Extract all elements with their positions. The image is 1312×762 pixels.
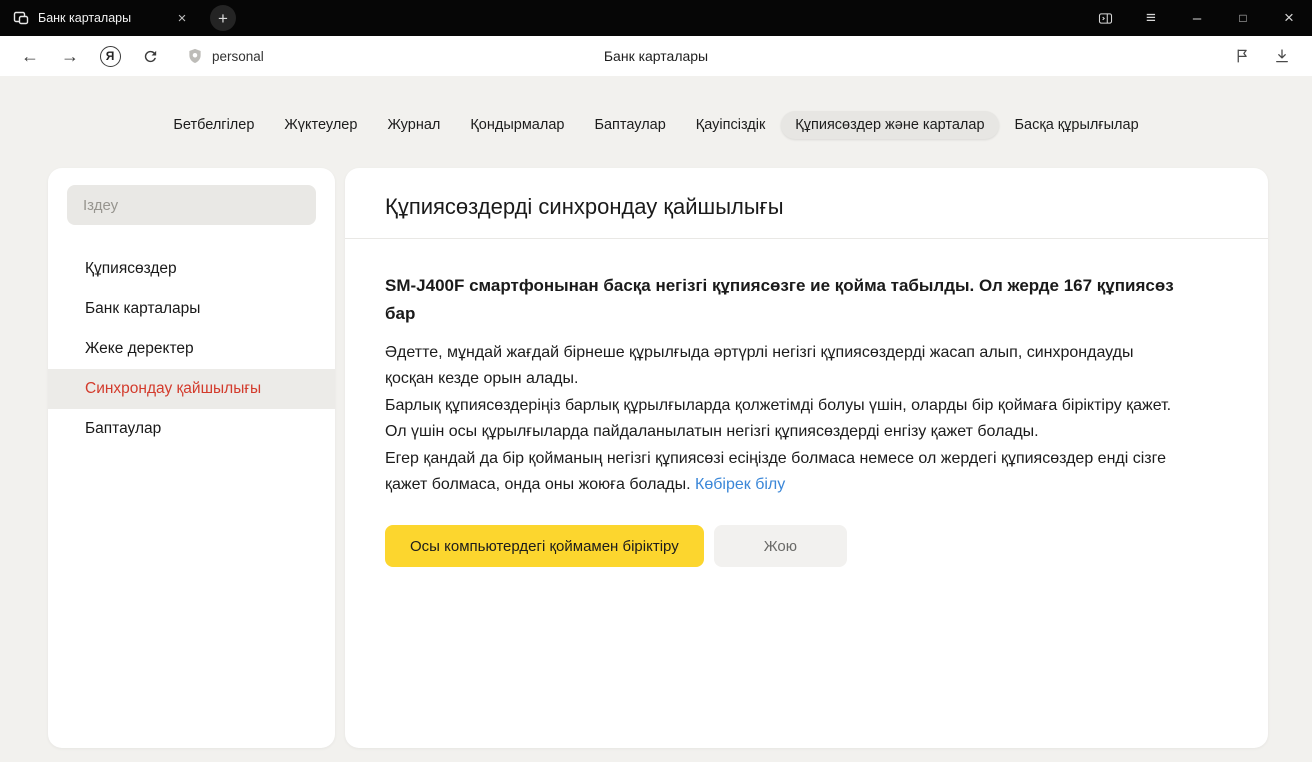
panel-title: Құпиясөздерді синхрондау қайшылығы	[385, 192, 1228, 222]
description-paragraph: Әдетте, мұндай жағдай бірнеше құрылғыда …	[385, 340, 1185, 391]
tab-favicon-icon	[13, 10, 29, 26]
sidebar-item-personal-data[interactable]: Жеке деректер	[48, 329, 335, 369]
bookmark-flag-icon	[1233, 47, 1251, 65]
nav-tab-addons[interactable]: Қондырмалар	[456, 111, 578, 139]
description-paragraph: Егер қандай да бір қойманың негізгі құпи…	[385, 446, 1185, 497]
new-tab-button[interactable]: +	[210, 5, 236, 31]
nav-tab-history[interactable]: Журнал	[373, 111, 454, 139]
conflict-heading: SM-J400F смартфонынан басқа негізгі құпи…	[385, 272, 1185, 328]
refresh-icon	[142, 48, 159, 65]
sidebar-menu: Құпиясөздер Банк карталары Жеке деректер…	[48, 249, 335, 449]
browser-toolbar: ← → Я personal Банк карталары	[0, 36, 1312, 76]
sync-conflict-panel: Құпиясөздерді синхрондау қайшылығы SM-J4…	[345, 168, 1268, 748]
maximize-button[interactable]: □	[1220, 0, 1266, 36]
forward-button[interactable]: →	[53, 40, 87, 72]
sidebar-toggle-icon[interactable]	[1082, 0, 1128, 36]
panel-header: Құпиясөздерді синхрондау қайшылығы	[345, 168, 1268, 239]
search-box[interactable]	[67, 185, 316, 225]
window-controls: ≡ – □ ×	[1082, 0, 1312, 36]
browser-tab[interactable]: Банк карталары ×	[0, 0, 200, 36]
bookmark-button[interactable]	[1225, 40, 1259, 72]
action-buttons: Осы компьютердегі қоймамен біріктіру Жою	[385, 525, 1185, 567]
refresh-button[interactable]	[133, 40, 167, 72]
delete-button[interactable]: Жою	[714, 525, 847, 567]
content-area: Құпиясөздер Банк карталары Жеке деректер…	[0, 139, 1312, 748]
sidebar-item-settings[interactable]: Баптаулар	[48, 409, 335, 449]
learn-more-link[interactable]: Көбірек білу	[695, 476, 785, 493]
nav-tab-settings[interactable]: Баптаулар	[580, 111, 679, 139]
page-title: Банк карталары	[300, 48, 1012, 64]
back-button[interactable]: ←	[13, 40, 47, 72]
nav-tab-downloads[interactable]: Жүктеулер	[270, 111, 371, 139]
sidebar-item-bank-cards[interactable]: Банк карталары	[48, 289, 335, 329]
nav-tab-other-devices[interactable]: Басқа құрылғылар	[1001, 111, 1153, 139]
passwords-sidebar: Құпиясөздер Банк карталары Жеке деректер…	[48, 168, 335, 748]
panel-body: SM-J400F смартфонынан басқа негізгі құпи…	[345, 239, 1225, 567]
search-input[interactable]	[81, 196, 302, 215]
tab-close-icon[interactable]: ×	[174, 11, 190, 26]
description-paragraph: Барлық құпиясөздеріңіз барлық құрылғылар…	[385, 393, 1185, 444]
profile-name: personal	[212, 49, 264, 64]
sidebar-item-passwords[interactable]: Құпиясөздер	[48, 249, 335, 289]
menu-icon[interactable]: ≡	[1128, 0, 1174, 36]
window-titlebar: Банк карталары × + ≡ – □ ×	[0, 0, 1312, 36]
yandex-logo-icon: Я	[100, 46, 121, 67]
settings-navbar: Бетбелгілер Жүктеулер Журнал Қондырмалар…	[0, 76, 1312, 139]
yandex-home-button[interactable]: Я	[93, 40, 127, 72]
download-icon	[1273, 47, 1291, 65]
protect-badge[interactable]: personal	[178, 43, 272, 69]
tab-title: Банк карталары	[38, 11, 165, 25]
sidebar-item-sync-conflict[interactable]: Синхрондау қайшылығы	[48, 369, 335, 409]
download-button[interactable]	[1265, 40, 1299, 72]
minimize-button[interactable]: –	[1174, 0, 1220, 36]
merge-button[interactable]: Осы компьютердегі қоймамен біріктіру	[385, 525, 704, 567]
nav-tab-passwords-and-cards[interactable]: Құпиясөздер және карталар	[781, 111, 998, 139]
conflict-description: Әдетте, мұндай жағдай бірнеше құрылғыда …	[385, 340, 1185, 497]
shield-icon	[186, 47, 204, 65]
nav-tab-security[interactable]: Қауіпсіздік	[682, 111, 780, 139]
nav-tab-bookmarks[interactable]: Бетбелгілер	[159, 111, 268, 139]
close-button[interactable]: ×	[1266, 0, 1312, 36]
